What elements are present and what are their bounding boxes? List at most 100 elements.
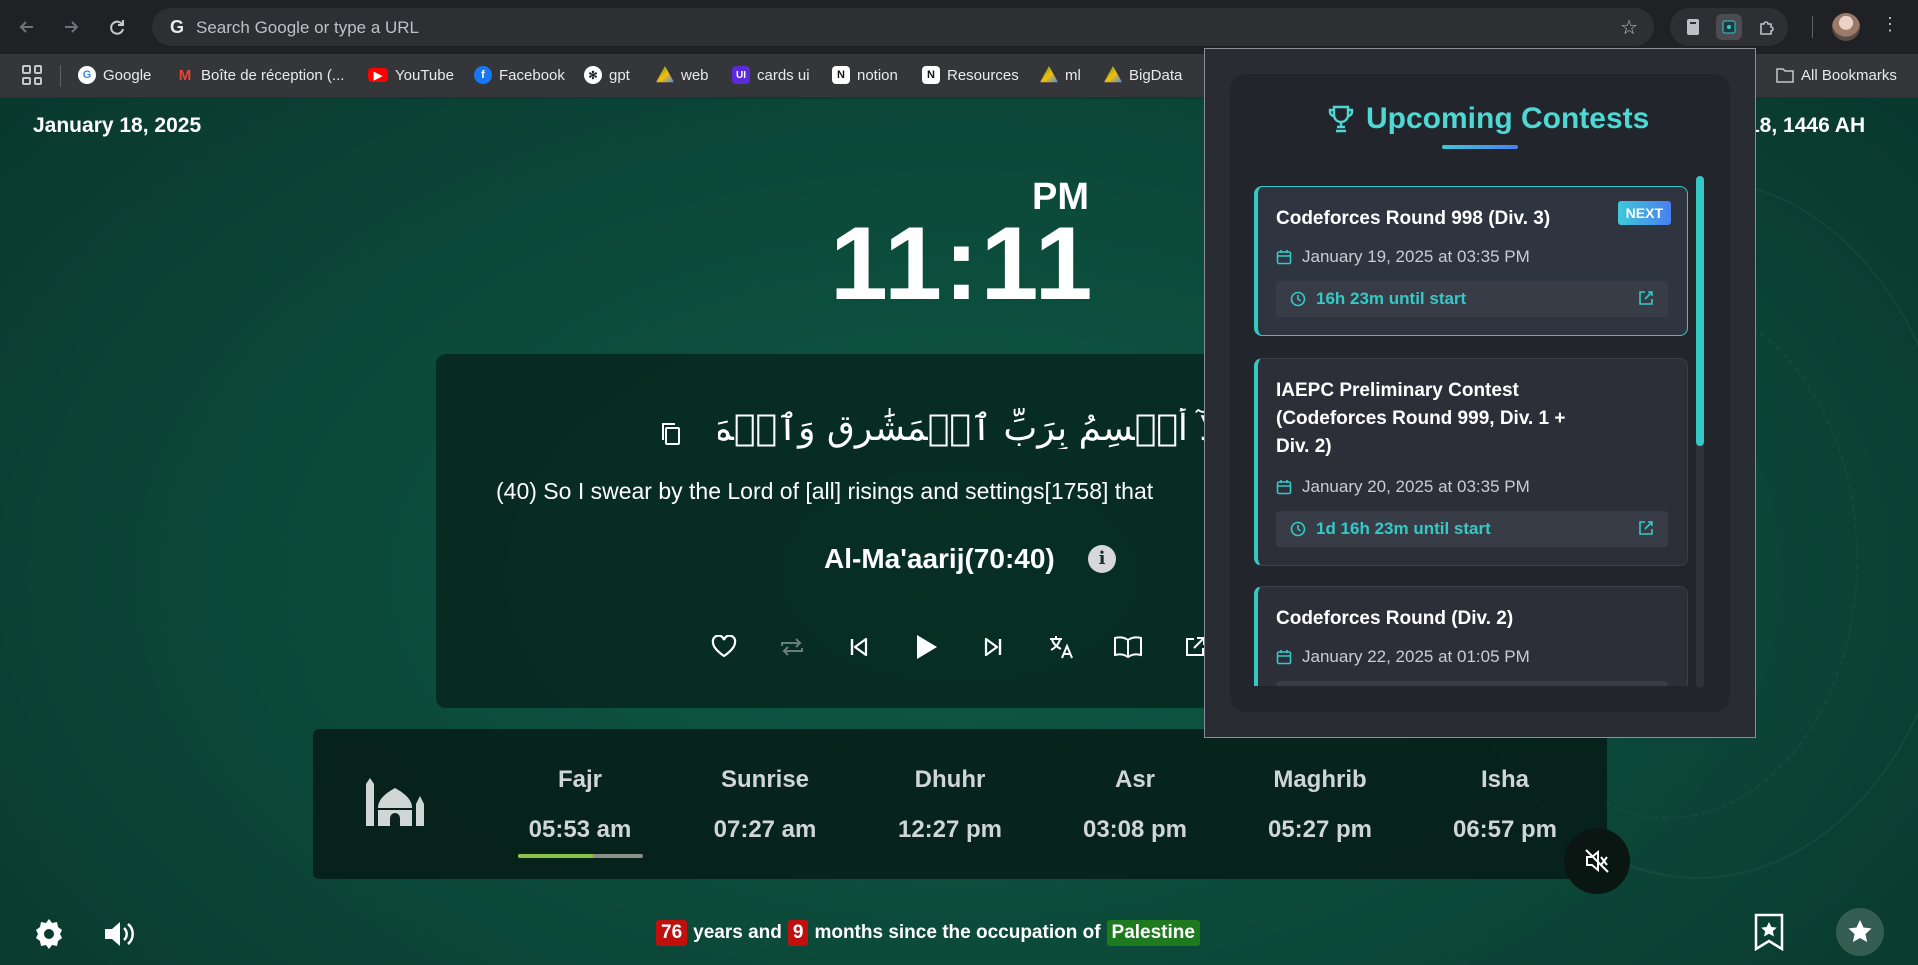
prayer-name: Sunrise — [720, 766, 810, 793]
bookmark-label: gpt — [609, 66, 630, 84]
verse-arabic: فَلَآ أُقۡسِمُ بِرَبِّ ٱلۡمَشَٰرِقِ وَٱل… — [718, 408, 1238, 449]
copy-icon[interactable] — [660, 421, 682, 447]
next-badge: NEXT — [1617, 201, 1671, 225]
heart-icon[interactable] — [707, 630, 741, 664]
bookmark-label: BigData — [1129, 66, 1183, 84]
verse-translation: (40) So I swear by the Lord of [all] ris… — [496, 478, 1154, 504]
years-count: 76 — [656, 920, 688, 946]
toolbar-divider — [1812, 16, 1813, 38]
calendar-icon — [1276, 250, 1292, 265]
contest-countdown: 16h 23m until start — [1276, 281, 1668, 317]
facebook-icon: f — [474, 66, 492, 84]
contest-card[interactable]: Codeforces Round 998 (Div. 3) NEXT Janua… — [1254, 186, 1688, 336]
popup-scrollbar[interactable] — [1696, 176, 1704, 688]
prayer-dhuhr: Dhuhr 12:27 pm — [875, 766, 1025, 844]
extension-doc-icon[interactable] — [1680, 14, 1706, 40]
bookmark-star-icon[interactable] — [1752, 913, 1786, 951]
bookmark-resources[interactable]: N Resources — [922, 63, 1019, 87]
info-icon[interactable]: i — [1088, 545, 1116, 573]
prayer-time: 07:27 am — [713, 816, 817, 843]
bookmark-cards-ui[interactable]: UI cards ui — [732, 63, 810, 87]
bookmark-notion[interactable]: Nnotion — [832, 63, 898, 87]
forward-button[interactable] — [56, 12, 86, 42]
contest-date-text: January 22, 2025 at 01:05 PM — [1302, 647, 1530, 666]
contest-card[interactable]: IAEPC Preliminary Contest (Codeforces Ro… — [1254, 358, 1688, 566]
bookmark-youtube[interactable]: ▶ YouTube — [368, 63, 454, 87]
star-icon — [1848, 920, 1872, 942]
prayer-time: 06:57 pm — [1452, 816, 1558, 843]
months-text: months since the occupation of — [814, 922, 1101, 943]
occupation-counter: 76 years and 9 months since the occupati… — [656, 918, 1200, 948]
contest-name: Codeforces Round 998 (Div. 3) — [1276, 208, 1551, 229]
external-link-icon[interactable] — [1638, 520, 1654, 536]
contest-extension-icon[interactable] — [1716, 14, 1742, 40]
address-bar[interactable]: G Search Google or type a URL ☆ — [152, 8, 1654, 46]
bookmark-ml[interactable]: ml — [1040, 63, 1081, 87]
prayer-fajr: Fajr 05:53 am — [505, 766, 655, 844]
back-button[interactable] — [12, 12, 42, 42]
clock-icon — [1290, 521, 1306, 537]
bookmark-bigdata[interactable]: BigData — [1104, 63, 1182, 87]
play-icon[interactable] — [909, 630, 943, 664]
trophy-icon — [1328, 105, 1354, 133]
contest-date-text: January 20, 2025 at 03:35 PM — [1302, 477, 1530, 496]
volume-icon[interactable] — [102, 917, 136, 951]
months-count: 9 — [787, 920, 809, 946]
popup-title: Upcoming Contests — [1328, 100, 1649, 138]
drive-icon — [1040, 66, 1058, 83]
bookmark-gmail[interactable]: M Boîte de réception (... — [176, 63, 345, 87]
bookmark-label: YouTube — [395, 66, 454, 84]
all-bookmarks[interactable]: All Bookmarks — [1776, 63, 1897, 87]
settings-gear-icon[interactable] — [32, 917, 66, 951]
contest-date-text: January 19, 2025 at 03:35 PM — [1302, 247, 1530, 266]
bookmark-label: cards ui — [757, 66, 810, 84]
previous-icon[interactable] — [842, 630, 876, 664]
popup-title-text: Upcoming Contests — [1366, 102, 1650, 135]
bookmark-label: Facebook — [499, 66, 565, 84]
prayer-time: 05:27 pm — [1267, 816, 1373, 843]
profile-avatar[interactable] — [1832, 13, 1860, 41]
contest-countdown: 1d 16h 23m until start — [1276, 511, 1668, 547]
prayer-time: 03:08 pm — [1082, 816, 1188, 843]
google-icon: G — [78, 66, 96, 84]
bookmark-web[interactable]: web — [656, 63, 709, 87]
bookmark-google[interactable]: G Google — [78, 63, 151, 87]
prayer-maghrib: Maghrib 05:27 pm — [1245, 766, 1395, 844]
contests-list[interactable]: Codeforces Round 998 (Div. 3) NEXT Janua… — [1254, 176, 1694, 686]
translate-icon[interactable] — [1044, 630, 1078, 664]
surah-reference: Al-Ma'aarij(70:40) — [824, 543, 1055, 574]
contest-card[interactable]: Codeforces Round (Div. 2) January 22, 20… — [1254, 586, 1688, 686]
external-link-icon[interactable] — [1638, 290, 1654, 306]
cards-ui-icon: UI — [732, 66, 750, 84]
contest-name: IAEPC Preliminary Contest (Codeforces Ro… — [1276, 380, 1566, 457]
place-name: Palestine — [1106, 920, 1200, 946]
bookmark-label: ml — [1065, 66, 1081, 84]
youtube-icon: ▶ — [368, 68, 388, 82]
puzzle-icon[interactable] — [1754, 14, 1780, 40]
bookmark-gpt[interactable]: ✻ gpt — [584, 63, 630, 87]
drive-icon — [1104, 66, 1122, 83]
clock-icon — [1290, 291, 1306, 307]
address-placeholder: Search Google or type a URL — [196, 18, 420, 37]
prayer-name: Isha — [1480, 766, 1530, 793]
book-open-icon[interactable] — [1111, 630, 1145, 664]
star-icon[interactable]: ☆ — [1620, 15, 1638, 40]
prayer-name: Asr — [1114, 766, 1156, 793]
bookmark-facebook[interactable]: f Facebook — [474, 63, 565, 87]
favorites-button[interactable] — [1836, 908, 1884, 956]
drive-icon — [656, 66, 674, 83]
scrollbar-thumb[interactable] — [1696, 176, 1704, 446]
prayer-time: 05:53 am — [528, 816, 632, 843]
countdown-text: 16h 23m until start — [1316, 289, 1467, 308]
reload-button[interactable] — [102, 12, 132, 42]
clock: 11:11 — [830, 206, 1095, 322]
mute-adhan-button[interactable] — [1564, 828, 1630, 894]
contest-countdown — [1276, 681, 1668, 686]
apps-icon[interactable] — [22, 65, 42, 85]
menu-icon[interactable]: ⋮ — [1880, 14, 1900, 35]
prayer-time: 12:27 pm — [897, 816, 1003, 843]
prayer-isha: Isha 06:57 pm — [1430, 766, 1580, 844]
repeat-icon[interactable] — [775, 630, 809, 664]
next-icon[interactable] — [976, 630, 1010, 664]
speaker-muted-icon — [1585, 849, 1609, 873]
